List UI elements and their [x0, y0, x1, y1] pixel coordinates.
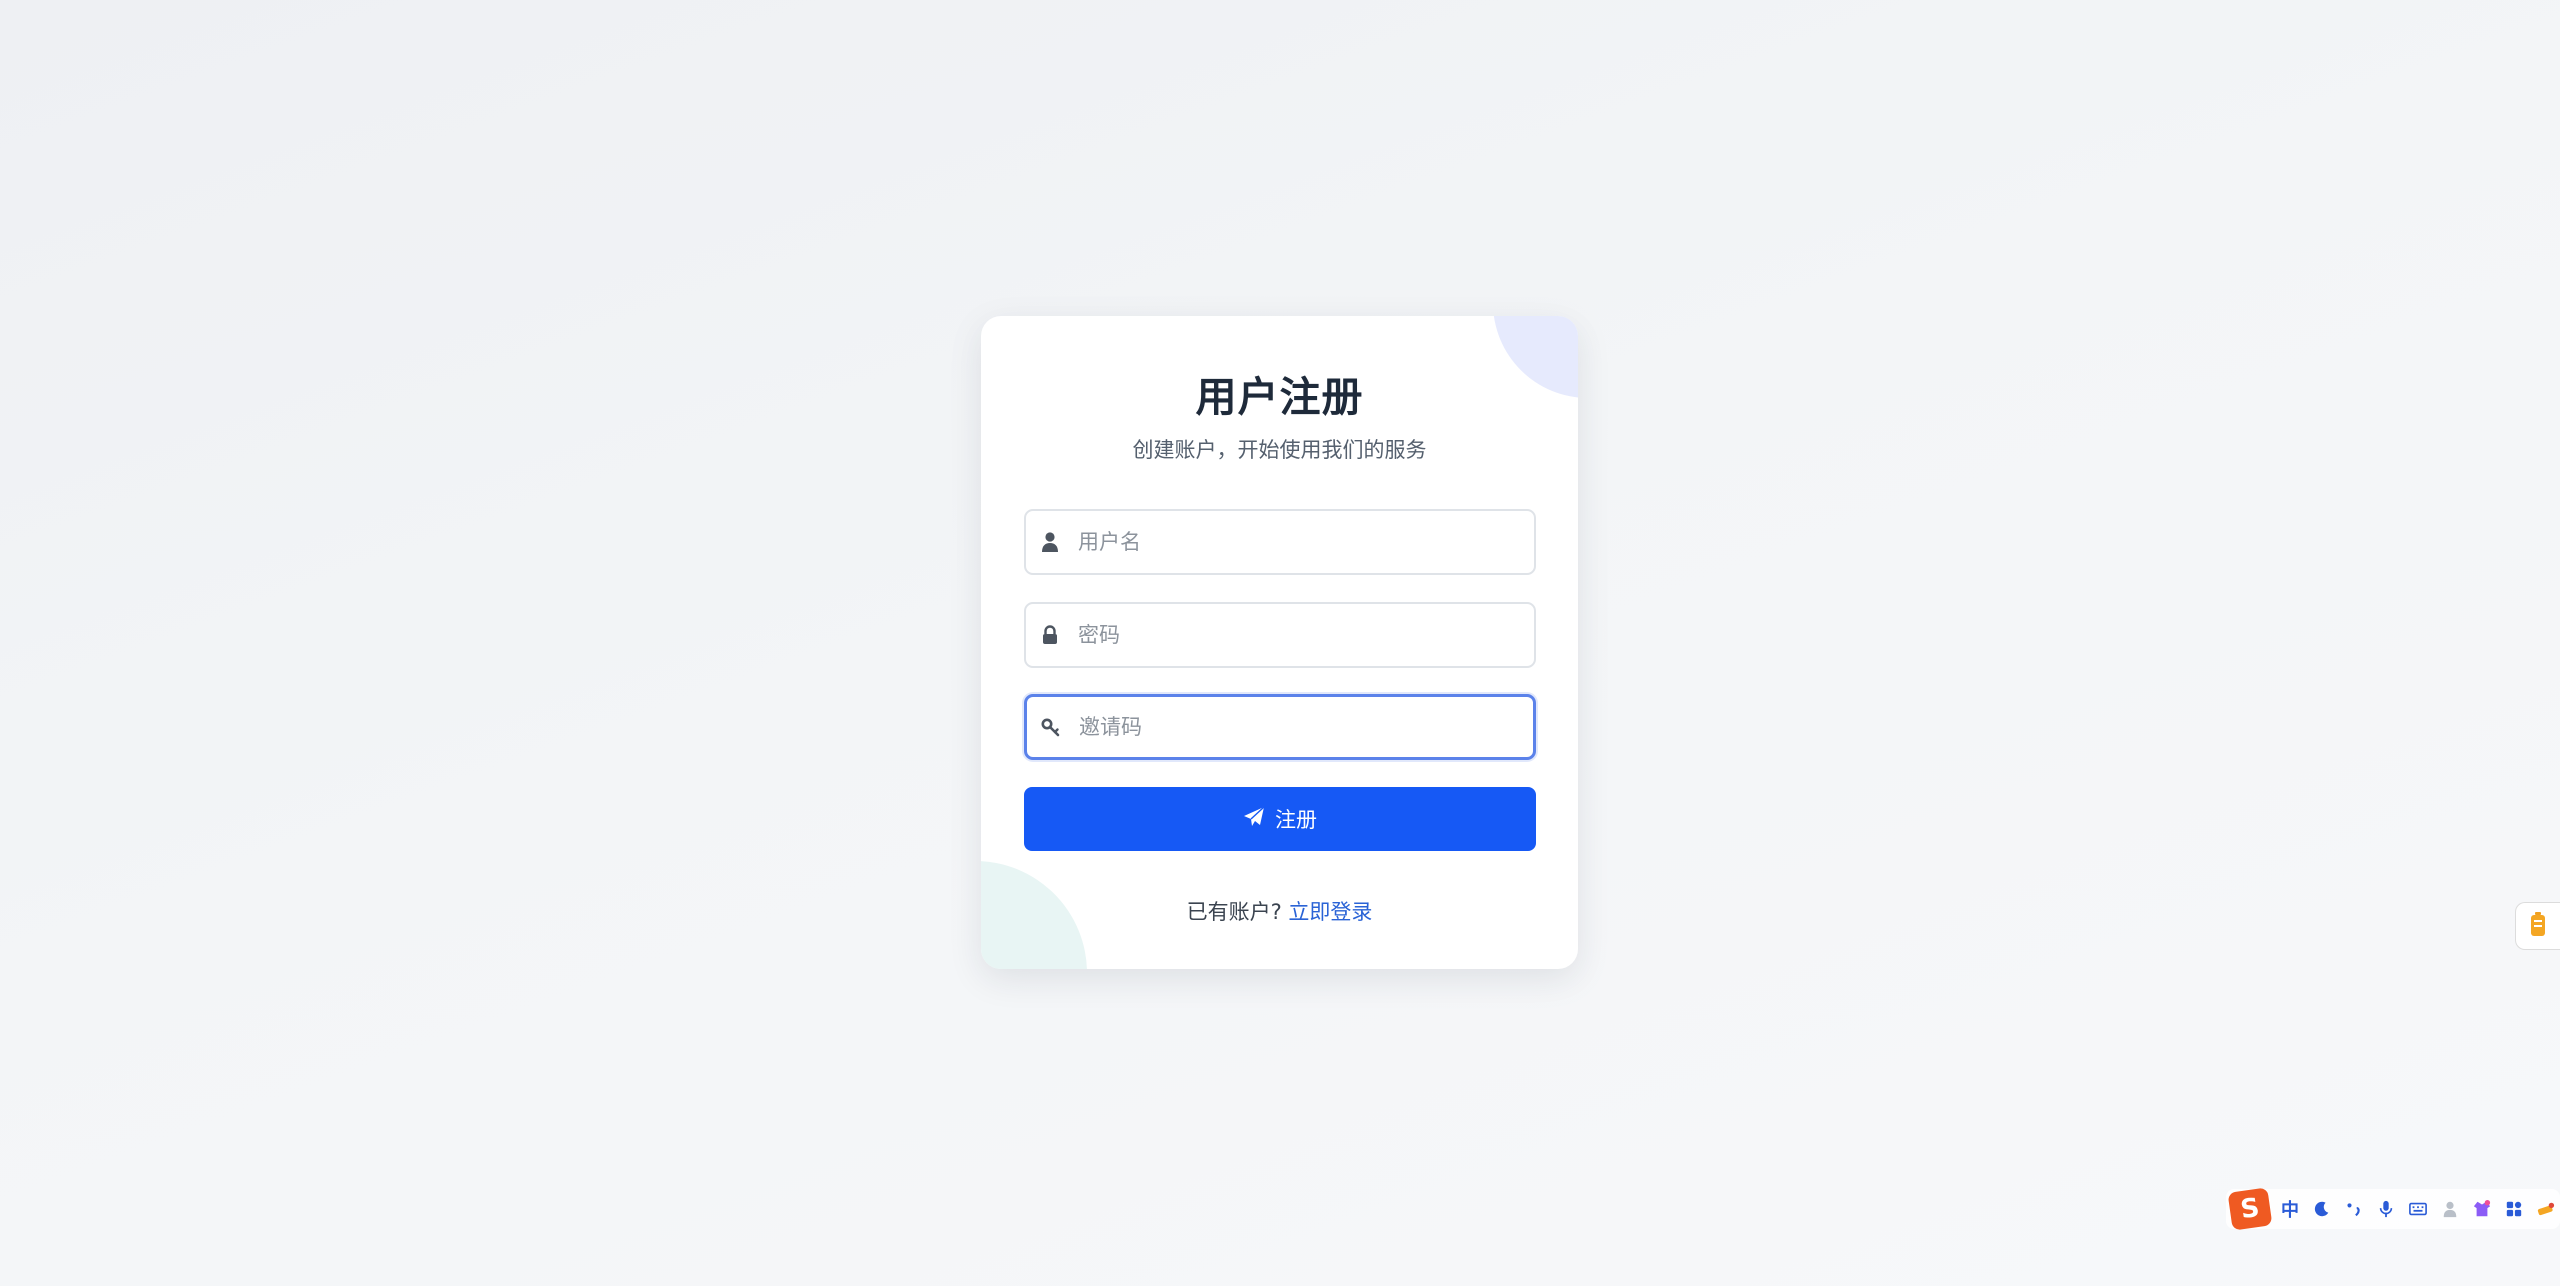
punctuation-icon[interactable]: [2342, 1197, 2366, 1221]
login-prompt-text: 已有账户?: [1186, 900, 1289, 924]
register-card: 用户注册 创建账户，开始使用我们的服务 用户名 邀请码 注册 已有账户? 立即登…: [981, 316, 1578, 969]
user-icon: [1040, 531, 1060, 553]
register-button[interactable]: 注册: [1024, 787, 1536, 851]
skin-icon[interactable]: [2470, 1197, 2494, 1221]
register-button-label: 注册: [1275, 808, 1317, 832]
invite-code-field[interactable]: [1024, 694, 1536, 760]
login-prompt: 已有账户? 立即登录: [981, 896, 1578, 926]
battery-icon: [2530, 911, 2546, 941]
password-field[interactable]: [1024, 602, 1536, 668]
microphone-icon[interactable]: [2374, 1197, 2398, 1221]
moon-icon[interactable]: [2310, 1197, 2334, 1221]
keyboard-icon[interactable]: [2406, 1197, 2430, 1221]
apps-grid-icon[interactable]: [2502, 1197, 2526, 1221]
ime-logo[interactable]: S: [2227, 1187, 2273, 1231]
ime-toolbar: S 中: [2226, 1187, 2560, 1231]
password-input[interactable]: [1078, 604, 1518, 666]
username-input[interactable]: [1078, 511, 1518, 573]
tools-icon[interactable]: [2534, 1197, 2558, 1221]
invite-code-input[interactable]: [1079, 697, 1519, 757]
login-link[interactable]: 立即登录: [1288, 900, 1372, 924]
ime-mode-toggle[interactable]: 中: [2278, 1197, 2302, 1221]
username-field[interactable]: [1024, 509, 1536, 575]
side-floating-tab[interactable]: [2515, 902, 2560, 950]
paper-plane-icon: [1243, 805, 1265, 833]
lock-icon: [1040, 624, 1060, 646]
user-icon[interactable]: [2438, 1197, 2462, 1221]
key-icon: [1041, 716, 1061, 738]
page-title: 用户注册: [1195, 373, 1364, 421]
page-subtitle: 创建账户，开始使用我们的服务: [1132, 438, 1427, 462]
